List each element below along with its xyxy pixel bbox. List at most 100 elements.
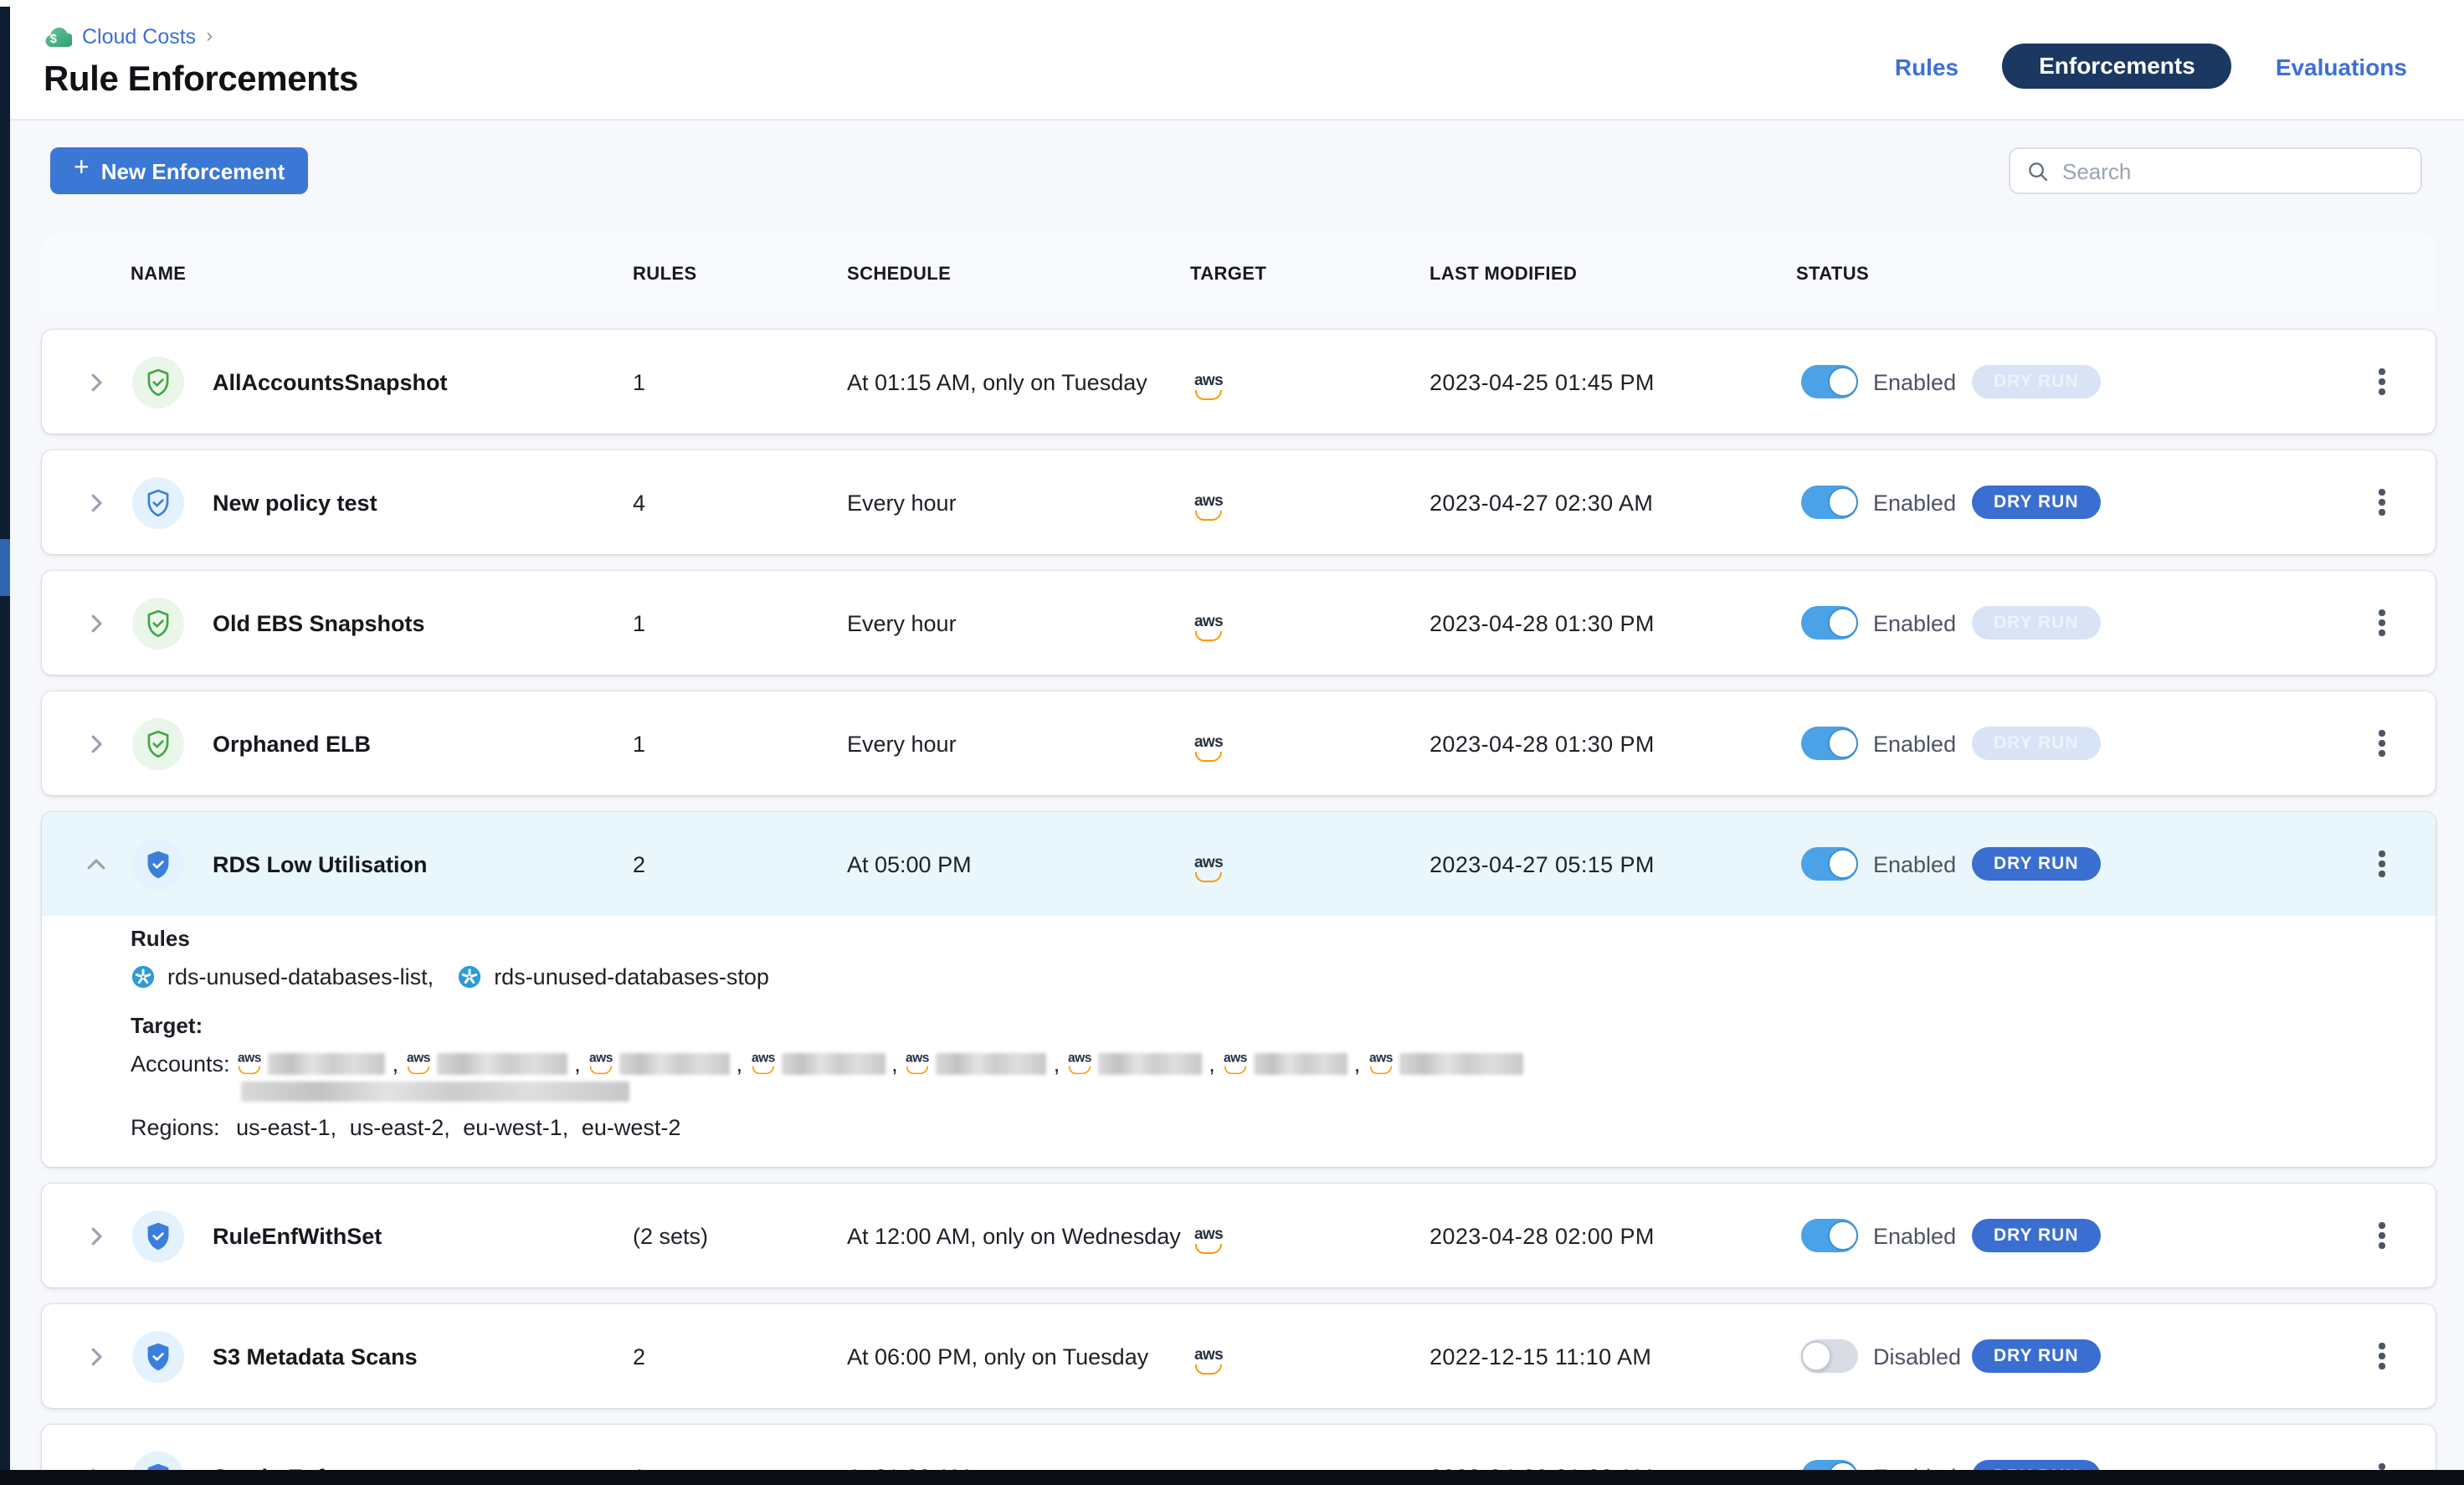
- rules-count: 1: [633, 369, 847, 394]
- chevron-right-icon: [83, 490, 108, 515]
- table-row: RuleEnfWithSet (2 sets) At 12:00 AM, onl…: [42, 1184, 2436, 1287]
- breadcrumb-cloud-costs-link[interactable]: Cloud Costs: [82, 25, 196, 49]
- enforcement-name[interactable]: AllAccountsSnapshot: [213, 369, 633, 394]
- enforcement-shield-icon: [132, 597, 184, 649]
- redacted-account-name: [1254, 1053, 1348, 1075]
- enforcement-shield-icon: [132, 717, 184, 769]
- status-toggle[interactable]: [1801, 727, 1858, 760]
- dry-run-badge: DRY RUN: [1972, 1219, 2101, 1252]
- breadcrumb-chevron-icon: ›: [206, 23, 213, 47]
- aws-logo-icon: aws: [1069, 1054, 1091, 1075]
- row-menu-button[interactable]: [2362, 1333, 2402, 1380]
- enforcement-shield-icon: [132, 838, 184, 890]
- status-toggle[interactable]: [1801, 486, 1858, 519]
- tab-enforcements[interactable]: Enforcements: [2002, 44, 2232, 89]
- schedule-text: At 06:00 PM, only on Tuesday: [847, 1344, 1190, 1369]
- row-menu-button[interactable]: [2362, 840, 2402, 887]
- new-enforcement-button[interactable]: + New Enforcement: [50, 147, 308, 194]
- dry-run-badge: DRY RUN: [1972, 847, 2101, 881]
- status-toggle[interactable]: [1801, 606, 1858, 640]
- row-menu-button[interactable]: [2362, 358, 2402, 405]
- accounts-label: Accounts:: [131, 1051, 230, 1076]
- row-menu-button[interactable]: [2362, 720, 2402, 767]
- enforcement-name[interactable]: Orphaned ELB: [213, 731, 633, 756]
- new-enforcement-label: New Enforcement: [101, 158, 285, 183]
- collapsed-sidebar-strip[interactable]: [0, 7, 10, 1485]
- search-input[interactable]: [2062, 158, 2405, 183]
- expand-row-button[interactable]: [75, 723, 116, 763]
- toggle-knob: [1828, 849, 1858, 879]
- enforcement-name[interactable]: New policy test: [213, 490, 633, 515]
- enforcement-name[interactable]: Old EBS Snapshots: [213, 610, 633, 635]
- aws-logo-icon: aws: [239, 1054, 260, 1075]
- table-row: New policy test 4 Every hour aws 2023-04…: [42, 450, 2436, 554]
- redacted-account-chip: aws: [588, 1051, 730, 1076]
- last-modified: 2023-04-27 05:15 PM: [1430, 851, 1796, 876]
- enforcement-name[interactable]: RuleEnfWithSet: [213, 1223, 633, 1248]
- tab-evaluations[interactable]: Evaluations: [2276, 53, 2407, 80]
- expand-row-button[interactable]: [75, 844, 116, 884]
- expand-row-button[interactable]: [75, 603, 116, 643]
- redacted-account-name: [937, 1053, 1047, 1075]
- region-name: us-east-2,: [343, 1115, 450, 1140]
- separator: ,: [574, 1051, 581, 1076]
- last-modified: 2023-04-25 01:45 PM: [1430, 369, 1796, 394]
- toggle-knob: [1828, 728, 1858, 758]
- region-name: us-east-1,: [236, 1115, 336, 1140]
- toggle-knob: [1828, 1220, 1858, 1251]
- rule-chip[interactable]: rds-unused-databases-list,: [131, 964, 434, 989]
- enforcement-shield-icon: [132, 356, 184, 408]
- last-modified: 2023-04-28 01:30 PM: [1430, 731, 1796, 756]
- status-toggle[interactable]: [1801, 847, 1858, 881]
- aws-logo-icon: aws: [1190, 736, 1227, 761]
- aws-logo-icon: aws: [1224, 1054, 1246, 1075]
- rule-icon: [457, 964, 482, 989]
- cloud-costs-icon: $: [44, 26, 72, 48]
- row-menu-button[interactable]: [2362, 1212, 2402, 1259]
- table-header-row: NAME RULES SCHEDULE TARGET LAST MODIFIED…: [42, 234, 2436, 313]
- expand-row-button[interactable]: [75, 1215, 116, 1256]
- region-name: eu-west-1,: [457, 1115, 569, 1140]
- status-toggle[interactable]: [1801, 365, 1858, 398]
- rules-count: 2: [633, 851, 847, 876]
- enforcement-shield-icon: [132, 1330, 184, 1382]
- rule-name: rds-unused-databases-list,: [167, 964, 434, 989]
- schedule-text: Every hour: [847, 731, 1190, 756]
- aws-logo-icon: aws: [752, 1054, 773, 1075]
- status-label: Enabled: [1873, 731, 1967, 756]
- status-label: Enabled: [1873, 851, 1967, 876]
- schedule-text: At 05:00 PM: [847, 851, 1190, 876]
- last-modified: 2023-04-28 02:00 PM: [1430, 1223, 1796, 1248]
- row-menu-button[interactable]: [2362, 599, 2402, 646]
- tab-rules[interactable]: Rules: [1895, 53, 1958, 80]
- search-box[interactable]: [2009, 147, 2422, 194]
- expand-row-button[interactable]: [75, 362, 116, 402]
- redacted-account-chip: aws: [237, 1051, 386, 1076]
- status-label: Disabled: [1873, 1344, 1967, 1369]
- aws-logo-icon: aws: [590, 1054, 612, 1075]
- rule-chips: rds-unused-databases-list, rds-unused-dat…: [131, 964, 2402, 989]
- chevron-right-icon: [83, 1223, 108, 1248]
- status-toggle[interactable]: [1801, 1339, 1858, 1373]
- rules-count: 1: [633, 610, 847, 635]
- table-row: RDS Low Utilisation 2 At 05:00 PM aws 20…: [42, 812, 2436, 1167]
- rules-count: 4: [633, 490, 847, 515]
- status-label: Enabled: [1873, 1223, 1967, 1248]
- expand-row-button[interactable]: [75, 482, 116, 522]
- rules-count: 2: [633, 1344, 847, 1369]
- aws-logo-icon: aws: [1190, 615, 1227, 640]
- row-menu-button[interactable]: [2362, 479, 2402, 526]
- redacted-account-chip: aws: [905, 1051, 1047, 1076]
- column-header-last-modified: LAST MODIFIED: [1430, 264, 1796, 284]
- enforcement-name[interactable]: RDS Low Utilisation: [213, 851, 633, 876]
- toggle-knob: [1828, 487, 1858, 517]
- last-modified: 2023-04-28 01:30 PM: [1430, 610, 1796, 635]
- expand-row-button[interactable]: [75, 1336, 116, 1376]
- status-toggle[interactable]: [1801, 1219, 1858, 1252]
- rule-chip[interactable]: rds-unused-databases-stop: [457, 964, 769, 989]
- redacted-account-name: [437, 1053, 567, 1075]
- enforcement-name[interactable]: S3 Metadata Scans: [213, 1344, 633, 1369]
- content-zone: + New Enforcement NAME RULES SCHEDULE TA…: [10, 121, 2464, 1485]
- separator: ,: [1354, 1051, 1361, 1076]
- dry-run-badge: DRY RUN: [1972, 606, 2101, 640]
